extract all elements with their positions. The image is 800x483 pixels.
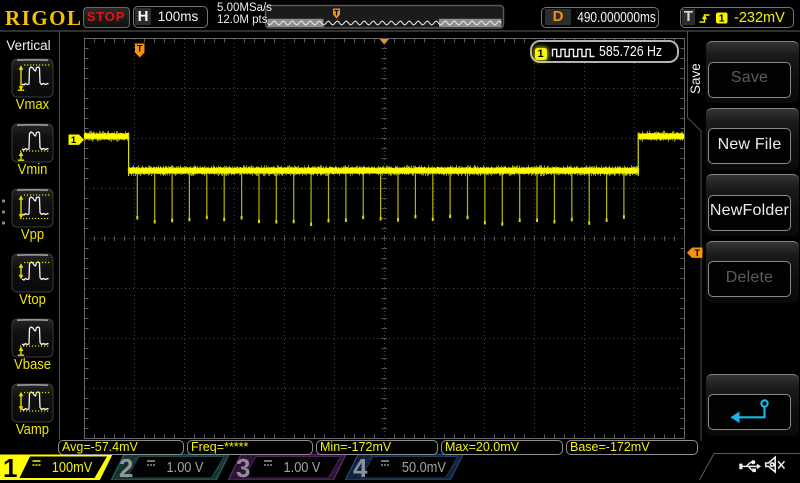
svg-text:1: 1 <box>71 135 77 146</box>
svg-text:T: T <box>695 248 701 258</box>
svg-text:1: 1 <box>719 13 725 24</box>
svg-text:T: T <box>137 44 143 54</box>
